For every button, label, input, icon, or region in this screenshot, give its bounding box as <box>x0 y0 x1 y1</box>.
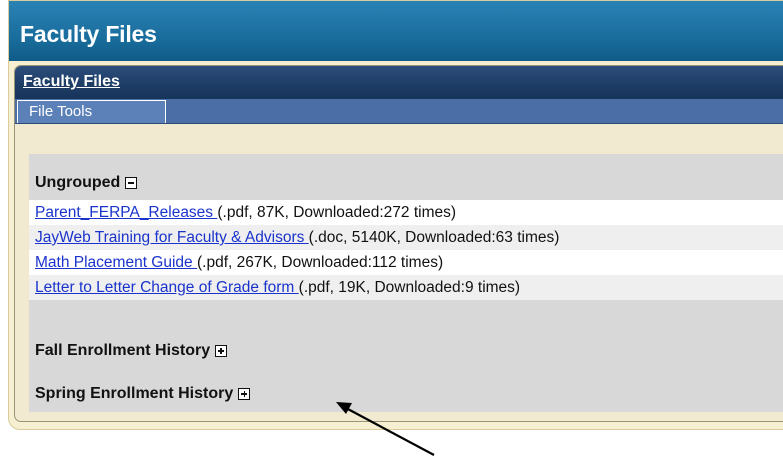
file-row: JayWeb Training for Faculty & Advisors (… <box>29 225 783 250</box>
page: Faculty Files Faculty Files File Tools U… <box>0 0 783 462</box>
group-title: Fall Enrollment History <box>35 342 211 359</box>
expand-plus-icon[interactable] <box>238 388 251 400</box>
file-link[interactable]: JayWeb Training for Faculty & Advisors <box>35 229 309 246</box>
file-link[interactable]: Math Placement Guide <box>35 254 197 271</box>
file-meta: (.doc, 5140K, Downloaded:63 times) <box>308 229 560 246</box>
file-meta: (.pdf, 87K, Downloaded:272 times) <box>217 204 457 221</box>
page-title: Faculty Files <box>20 21 157 47</box>
tab-file-tools[interactable]: File Tools <box>17 100 166 123</box>
file-meta: (.pdf, 267K, Downloaded:112 times) <box>196 254 444 271</box>
file-row: Math Placement Guide (.pdf, 267K, Downlo… <box>29 250 783 275</box>
portlet-header: Faculty Files <box>15 66 783 99</box>
tab-strip: File Tools <box>15 99 783 124</box>
file-link[interactable]: Letter to Letter Change of Grade form <box>35 279 299 296</box>
file-row: Letter to Letter Change of Grade form (.… <box>29 275 783 300</box>
group-header-ungrouped: Ungrouped <box>35 174 138 192</box>
file-row: Parent_FERPA_Releases (.pdf, 87K, Downlo… <box>29 200 783 225</box>
group-title: Ungrouped <box>35 174 121 191</box>
expand-plus-icon[interactable] <box>215 345 228 357</box>
portlet-title-link[interactable]: Faculty Files <box>23 73 120 91</box>
file-meta: (.pdf, 19K, Downloaded:9 times) <box>298 279 521 296</box>
group-header-fall-enrollment-history: Fall Enrollment History <box>35 342 228 360</box>
file-groups-container: Ungrouped Parent_FERPA_Releases (.pdf, 8… <box>29 154 783 412</box>
group-title: Spring Enrollment History <box>35 385 234 402</box>
collapse-minus-icon[interactable] <box>125 177 138 189</box>
file-link[interactable]: Parent_FERPA_Releases <box>35 204 217 221</box>
group-header-spring-enrollment-history: Spring Enrollment History <box>35 385 251 403</box>
page-header: Faculty Files <box>9 1 783 61</box>
